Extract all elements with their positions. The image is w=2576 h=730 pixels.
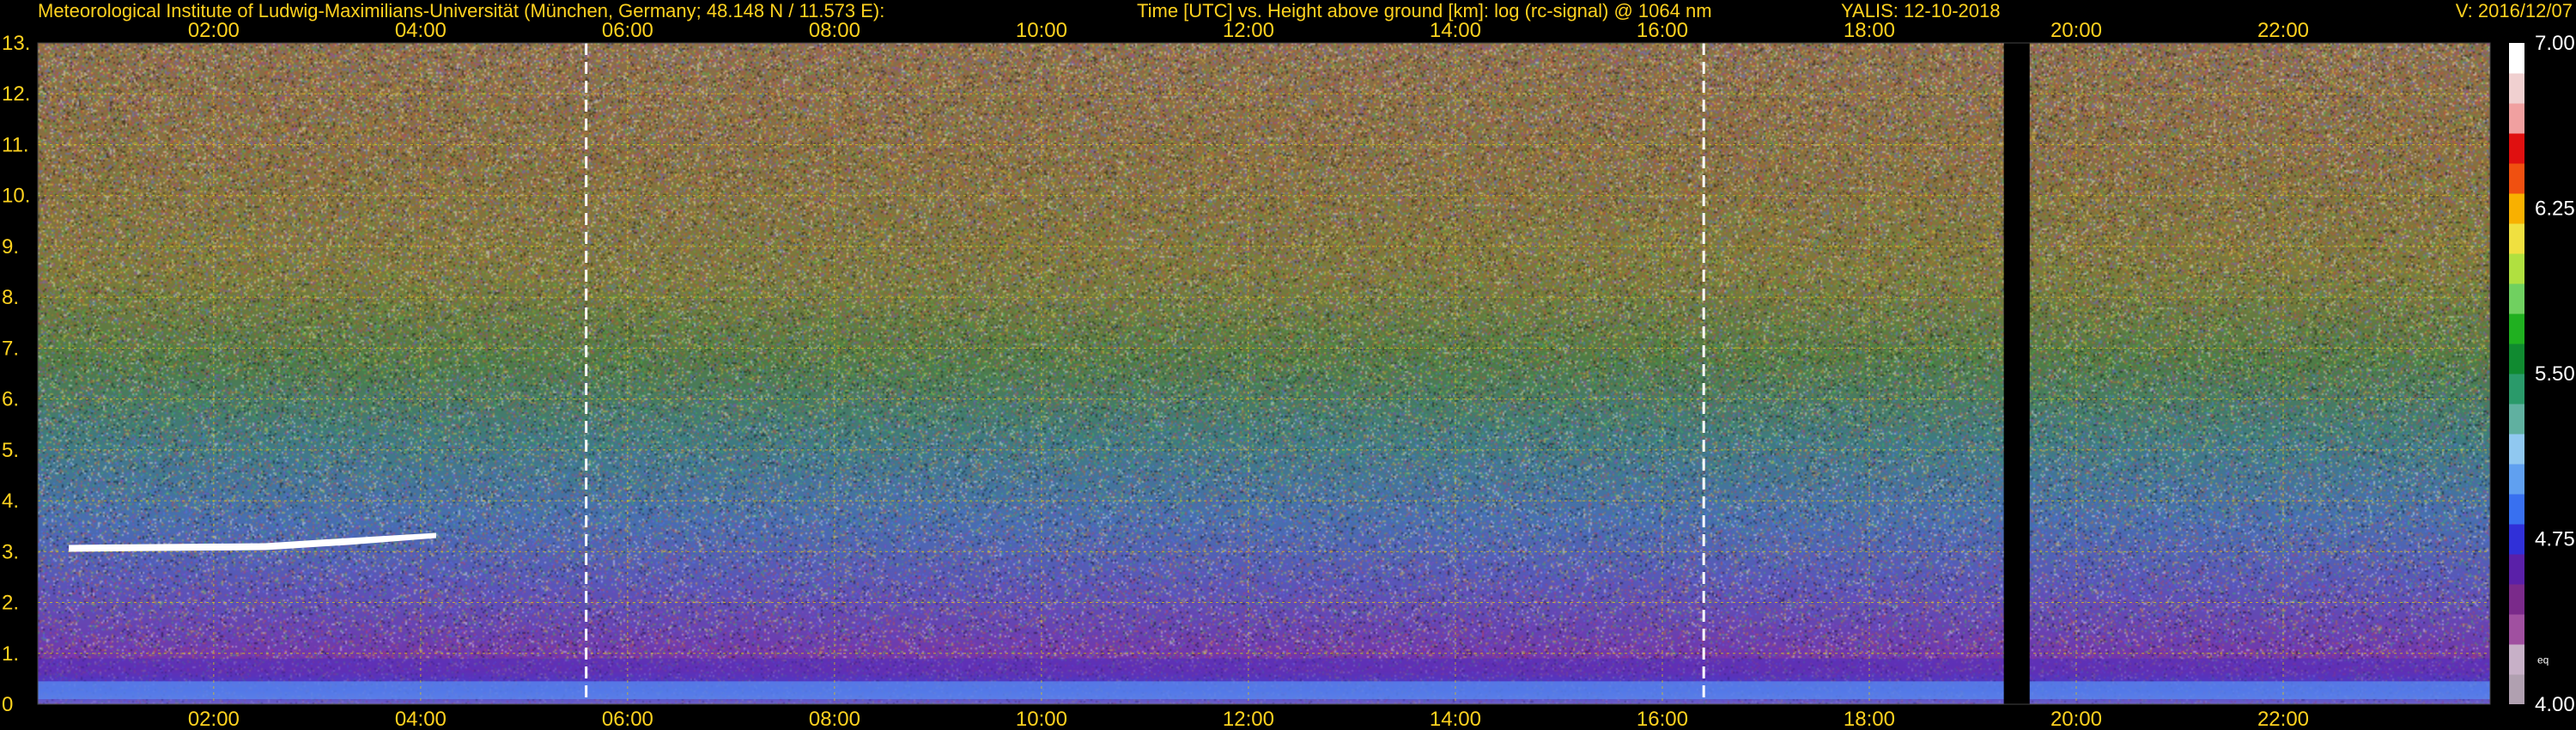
- chart-overlay: 02:00 02:00 04:00 04:00 06:00 06:00 08:00 08:00…: [2, 19, 2575, 730]
- colorbar-swatch: [2509, 434, 2524, 465]
- y-tick-label: 9.: [2, 235, 19, 259]
- colorbar-swatch: [2509, 584, 2524, 615]
- x-tick-label: 14:00: [1430, 708, 1481, 730]
- y-tick-label: 11.: [2, 133, 29, 156]
- x-tick-label-top: 16:00: [1637, 19, 1688, 42]
- y-tick-label: 5.: [2, 439, 19, 462]
- x-tick-label-top: 06:00: [602, 19, 653, 42]
- y-tick-label: 13.: [2, 32, 30, 55]
- colorbar-tick-label: 5.50: [2535, 362, 2575, 386]
- colorbar-swatch: [2509, 313, 2524, 344]
- colorbar-swatch: [2509, 554, 2524, 585]
- colorbar-swatch: [2509, 344, 2524, 374]
- colorbar-swatch: [2509, 283, 2524, 314]
- colorbar-unit-label: eq: [2537, 654, 2549, 666]
- x-tick-label: 22:00: [2257, 708, 2309, 730]
- x-tick-label: 02:00: [188, 708, 240, 730]
- colorbar-swatch: [2509, 524, 2524, 555]
- x-tick-label-top: 20:00: [2050, 19, 2102, 42]
- y-tick-label: 10.: [2, 185, 30, 208]
- colorbar-tick-label: 4.75: [2535, 528, 2575, 551]
- y-tick-label: 1.: [2, 642, 19, 666]
- colorbar-swatch: [2509, 43, 2524, 74]
- x-tick-label-top: 04:00: [395, 19, 447, 42]
- colorbar-swatch: [2509, 464, 2524, 495]
- colorbar-swatch: [2509, 614, 2524, 645]
- y-tick-label: 8.: [2, 286, 19, 309]
- x-tick-label: 06:00: [602, 708, 653, 730]
- colorbar-swatch: [2509, 133, 2524, 164]
- colorbar-swatch: [2509, 404, 2524, 435]
- colorbar-swatch: [2509, 193, 2524, 224]
- data-gap: [2003, 43, 2030, 704]
- y-tick-label: 2.: [2, 592, 19, 615]
- x-tick-label-top: 22:00: [2257, 19, 2309, 42]
- x-tick-label-top: 02:00: [188, 19, 240, 42]
- colorbar-swatch: [2509, 253, 2524, 284]
- x-tick-label: 18:00: [1844, 708, 1895, 730]
- y-tick-label: 3.: [2, 540, 19, 563]
- colorbar-swatch: [2509, 674, 2524, 704]
- x-tick-label-top: 12:00: [1223, 19, 1274, 42]
- colorbar-swatch: [2509, 644, 2524, 675]
- colorbar-swatch: [2509, 103, 2524, 134]
- near-surface-layer: [38, 681, 2490, 700]
- colorbar-tick-label: 4.00: [2535, 693, 2575, 716]
- colorbar-swatch: [2509, 223, 2524, 254]
- x-tick-label-top: 08:00: [809, 19, 860, 42]
- colorbar-tick-label: 6.25: [2535, 198, 2575, 221]
- y-tick-label: 0: [2, 693, 13, 716]
- x-tick-label: 08:00: [809, 708, 860, 730]
- colorbar-swatch: [2509, 494, 2524, 525]
- x-tick-label: 10:00: [1016, 708, 1067, 730]
- plot-border: [37, 42, 2491, 705]
- y-tick-label: 12.: [2, 82, 30, 106]
- x-tick-label: 16:00: [1637, 708, 1688, 730]
- colorbar-tick-label: 7.00: [2535, 32, 2575, 55]
- y-tick-label: 4.: [2, 490, 19, 513]
- cloud-layer: [69, 532, 436, 552]
- colorbar-swatch: [2509, 374, 2524, 405]
- x-tick-label: 20:00: [2050, 708, 2102, 730]
- x-tick-label-top: 18:00: [1844, 19, 1895, 42]
- x-tick-label-top: 14:00: [1430, 19, 1481, 42]
- colorbar-swatch: [2509, 73, 2524, 104]
- colorbar: [2509, 43, 2524, 704]
- colorbar-swatch: [2509, 163, 2524, 194]
- x-tick-label-top: 10:00: [1016, 19, 1067, 42]
- x-tick-label: 04:00: [395, 708, 447, 730]
- x-tick-label: 12:00: [1223, 708, 1274, 730]
- y-tick-label: 6.: [2, 388, 19, 411]
- y-tick-label: 7.: [2, 337, 19, 360]
